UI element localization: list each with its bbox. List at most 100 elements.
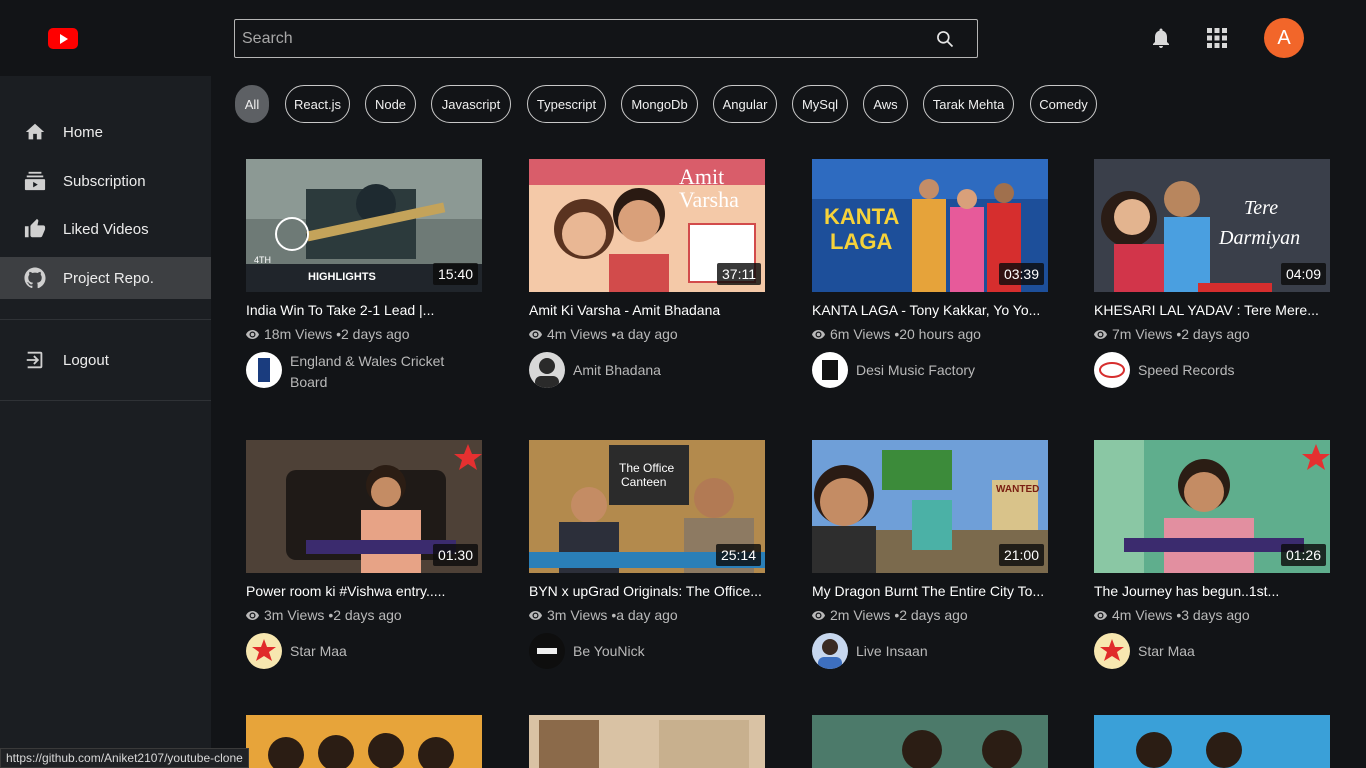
video-duration: 25:14 xyxy=(715,544,761,566)
chip-all[interactable]: All xyxy=(235,85,269,123)
search-input[interactable] xyxy=(235,20,925,57)
partial-thumbnail-image xyxy=(529,715,765,768)
video-meta: 2m Views •2 days ago xyxy=(812,607,968,623)
channel-avatar[interactable] xyxy=(246,352,282,388)
video-thumbnail[interactable] xyxy=(246,715,482,768)
video-meta: 7m Views •2 days ago xyxy=(1094,326,1250,342)
chip-mongodb[interactable]: MongoDb xyxy=(621,85,698,123)
video-duration: 01:30 xyxy=(432,544,478,566)
thumbs-up-icon xyxy=(24,218,46,238)
svg-text:Canteen: Canteen xyxy=(621,475,666,489)
video-thumbnail[interactable]: 4TH HIGHLIGHTS 15:40 xyxy=(246,159,482,292)
video-views: 3m Views •2 days ago xyxy=(264,607,402,623)
video-views: 4m Views •a day ago xyxy=(547,326,678,342)
channel-name[interactable]: Live Insaan xyxy=(856,641,1046,662)
chip-reactjs[interactable]: React.js xyxy=(285,85,350,123)
channel-name[interactable]: Desi Music Factory xyxy=(856,360,1046,381)
video-thumbnail[interactable]: WANTED 21:00 xyxy=(812,440,1048,573)
chip-javascript[interactable]: Javascript xyxy=(431,85,511,123)
video-meta: 3m Views •a day ago xyxy=(529,607,678,623)
video-duration: 03:39 xyxy=(998,263,1044,285)
sidebar-item-liked-videos[interactable]: Liked Videos xyxy=(0,208,211,250)
video-meta: 4m Views •a day ago xyxy=(529,326,678,342)
video-thumbnail[interactable]: KANTA LAGA 03:39 xyxy=(812,159,1048,292)
video-title[interactable]: KHESARI LAL YADAV : Tere Mere... xyxy=(1094,302,1330,318)
video-title[interactable]: Power room ki #Vishwa entry..... xyxy=(246,583,482,599)
sidebar-item-label: Project Repo. xyxy=(63,269,154,287)
channel-name[interactable]: Speed Records xyxy=(1138,360,1328,381)
video-thumbnail[interactable] xyxy=(529,715,765,768)
channel-name[interactable]: Amit Bhadana xyxy=(573,360,763,381)
channel-name[interactable]: Star Maa xyxy=(1138,641,1328,662)
sidebar-divider xyxy=(0,400,211,401)
channel-name[interactable]: Be YouNick xyxy=(573,641,763,662)
video-views: 4m Views •3 days ago xyxy=(1112,607,1250,623)
video-title[interactable]: BYN x upGrad Originals: The Office... xyxy=(529,583,765,599)
channel-name[interactable]: England & Wales Cricket Board xyxy=(290,351,480,393)
video-views: 6m Views •20 hours ago xyxy=(830,326,981,342)
video-thumbnail[interactable]: 01:26 xyxy=(1094,440,1330,573)
eye-icon xyxy=(1094,329,1107,339)
sidebar-item-logout[interactable]: Logout xyxy=(0,339,211,381)
sidebar-item-home[interactable]: Home xyxy=(0,111,211,153)
video-thumbnail[interactable] xyxy=(1094,715,1330,768)
svg-text:The Office: The Office xyxy=(619,461,674,475)
sidebar-item-project-repo[interactable]: Project Repo. xyxy=(0,257,211,299)
chip-comedy[interactable]: Comedy xyxy=(1030,85,1097,123)
svg-text:4TH: 4TH xyxy=(254,255,271,265)
partial-thumbnail-image xyxy=(246,715,482,768)
video-thumbnail[interactable]: The Office Canteen 25:14 xyxy=(529,440,765,573)
chip-angular[interactable]: Angular xyxy=(713,85,777,123)
channel-avatar[interactable] xyxy=(812,352,848,388)
chip-aws[interactable]: Aws xyxy=(863,85,908,123)
channel-name[interactable]: Star Maa xyxy=(290,641,480,662)
video-views: 18m Views •2 days ago xyxy=(264,326,410,342)
video-title[interactable]: Amit Ki Varsha - Amit Bhadana xyxy=(529,302,765,318)
video-duration: 01:26 xyxy=(1280,544,1326,566)
logo-area xyxy=(0,0,211,76)
sidebar-item-subscription[interactable]: Subscription xyxy=(0,160,211,202)
video-thumbnail[interactable]: Amit Varsha 37:11 xyxy=(529,159,765,292)
eye-icon xyxy=(812,329,825,339)
video-thumbnail[interactable] xyxy=(812,715,1048,768)
video-thumbnail[interactable]: 01:30 xyxy=(246,440,482,573)
chip-typescript[interactable]: Typescript xyxy=(527,85,606,123)
user-avatar[interactable]: A xyxy=(1264,18,1304,58)
chip-mysql[interactable]: MySql xyxy=(792,85,848,123)
video-views: 7m Views •2 days ago xyxy=(1112,326,1250,342)
chip-tarak-mehta[interactable]: Tarak Mehta xyxy=(923,85,1014,123)
video-title[interactable]: The Journey has begun..1st... xyxy=(1094,583,1330,599)
video-duration: 04:09 xyxy=(1280,263,1326,285)
video-title[interactable]: My Dragon Burnt The Entire City To... xyxy=(812,583,1048,599)
sidebar-item-label: Home xyxy=(63,123,104,141)
channel-avatar[interactable] xyxy=(812,633,848,669)
svg-text:Darmiyan: Darmiyan xyxy=(1218,227,1300,249)
status-link-url: https://github.com/Aniket2107/youtube-cl… xyxy=(0,748,249,768)
svg-text:Tere: Tere xyxy=(1244,197,1278,219)
svg-text:Varsha: Varsha xyxy=(679,187,739,212)
apps-grid-icon[interactable] xyxy=(1206,27,1228,49)
youtube-logo-icon[interactable] xyxy=(48,28,78,49)
notification-bell-icon[interactable] xyxy=(1149,26,1173,50)
channel-avatar[interactable] xyxy=(1094,633,1130,669)
video-duration: 37:11 xyxy=(717,263,761,285)
search-icon[interactable] xyxy=(935,29,955,49)
top-header: A xyxy=(0,0,1366,76)
channel-avatar[interactable] xyxy=(1094,352,1130,388)
video-title[interactable]: KANTA LAGA - Tony Kakkar, Yo Yo... xyxy=(812,302,1048,318)
video-thumbnail[interactable]: Tere Darmiyan 04:09 xyxy=(1094,159,1330,292)
svg-text:Amit: Amit xyxy=(679,164,724,189)
channel-avatar[interactable] xyxy=(529,633,565,669)
video-title[interactable]: India Win To Take 2-1 Lead |... xyxy=(246,302,482,318)
channel-avatar[interactable] xyxy=(529,352,565,388)
svg-text:KANTA: KANTA xyxy=(824,204,899,229)
logout-icon xyxy=(26,351,43,369)
chip-node[interactable]: Node xyxy=(365,85,416,123)
eye-icon xyxy=(1094,610,1107,620)
sidebar-item-label: Liked Videos xyxy=(63,220,149,238)
search-box xyxy=(234,19,978,58)
eye-icon xyxy=(812,610,825,620)
channel-avatar[interactable] xyxy=(246,633,282,669)
svg-text:LAGA: LAGA xyxy=(830,229,892,254)
video-duration: 21:00 xyxy=(998,544,1044,566)
